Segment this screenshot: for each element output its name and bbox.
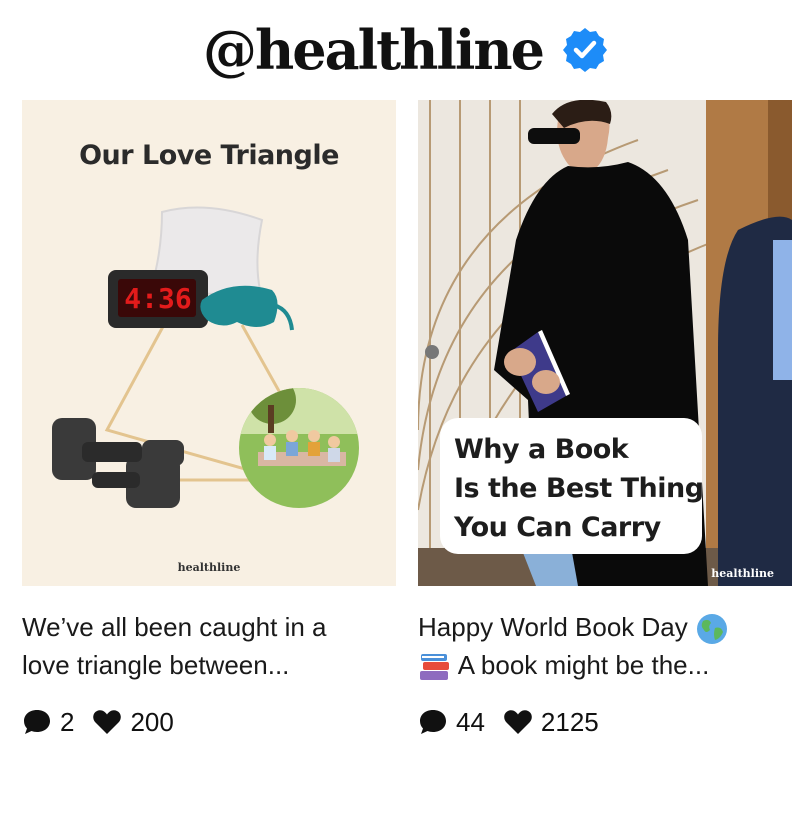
comment-count[interactable]: 44 — [418, 707, 485, 738]
like-count-value: 200 — [130, 706, 174, 737]
image-title: Our Love Triangle — [79, 140, 339, 171]
verified-badge-icon — [562, 28, 607, 72]
caption-line: We’ve all been caught in a — [22, 612, 327, 642]
like-count[interactable]: 2125 — [503, 707, 599, 738]
clock-display: 4:36 — [124, 281, 192, 315]
caption-text: A book might be the... — [457, 650, 710, 681]
books-icon — [420, 654, 449, 681]
heart-icon — [93, 710, 122, 734]
caption-line: A book might be the... — [418, 646, 792, 684]
comment-count[interactable]: 2 — [22, 707, 74, 738]
caption-text: Happy World Book Day — [418, 612, 688, 642]
like-count[interactable]: 200 — [92, 706, 174, 738]
caption-line: love triangle between... — [22, 650, 290, 680]
comment-bubble-icon — [420, 710, 446, 734]
profile-handle[interactable]: @healthline — [203, 23, 545, 77]
image-brand-mark: healthline — [711, 567, 774, 580]
post-card[interactable]: Our Love Triangle 4:36 healthline We’ve … — [22, 100, 396, 737]
post-caption[interactable]: Happy World Book Day A book might be the… — [418, 608, 792, 684]
post-caption[interactable]: We’ve all been caught in a love triangle… — [22, 608, 396, 684]
globe-icon — [696, 614, 727, 645]
callout-line: Is the Best Thing — [454, 473, 704, 504]
love-triangle-illustration — [22, 100, 396, 586]
like-count-value: 2125 — [540, 706, 599, 737]
comment-bubble-icon — [24, 710, 50, 734]
post-card[interactable]: Why a Book Is the Best Thing You Can Car… — [418, 100, 792, 737]
post-thumbnail[interactable]: Why a Book Is the Best Thing You Can Car… — [418, 100, 792, 586]
image-callout: Why a Book Is the Best Thing You Can Car… — [440, 418, 704, 554]
post-stats: 44 2125 — [418, 704, 617, 740]
caption-line: Happy World Book Day — [418, 608, 792, 646]
profile-header: @healthline — [0, 14, 812, 86]
callout-line: Why a Book — [454, 434, 629, 465]
callout-line: You Can Carry — [454, 512, 661, 543]
comment-count-value: 44 — [456, 706, 485, 737]
image-brand-mark: healthline — [177, 561, 241, 574]
post-stats: 2 200 — [22, 704, 192, 740]
heart-icon — [504, 710, 532, 734]
comment-count-value: 2 — [60, 706, 75, 737]
post-thumbnail[interactable]: Our Love Triangle 4:36 healthline — [22, 100, 396, 586]
